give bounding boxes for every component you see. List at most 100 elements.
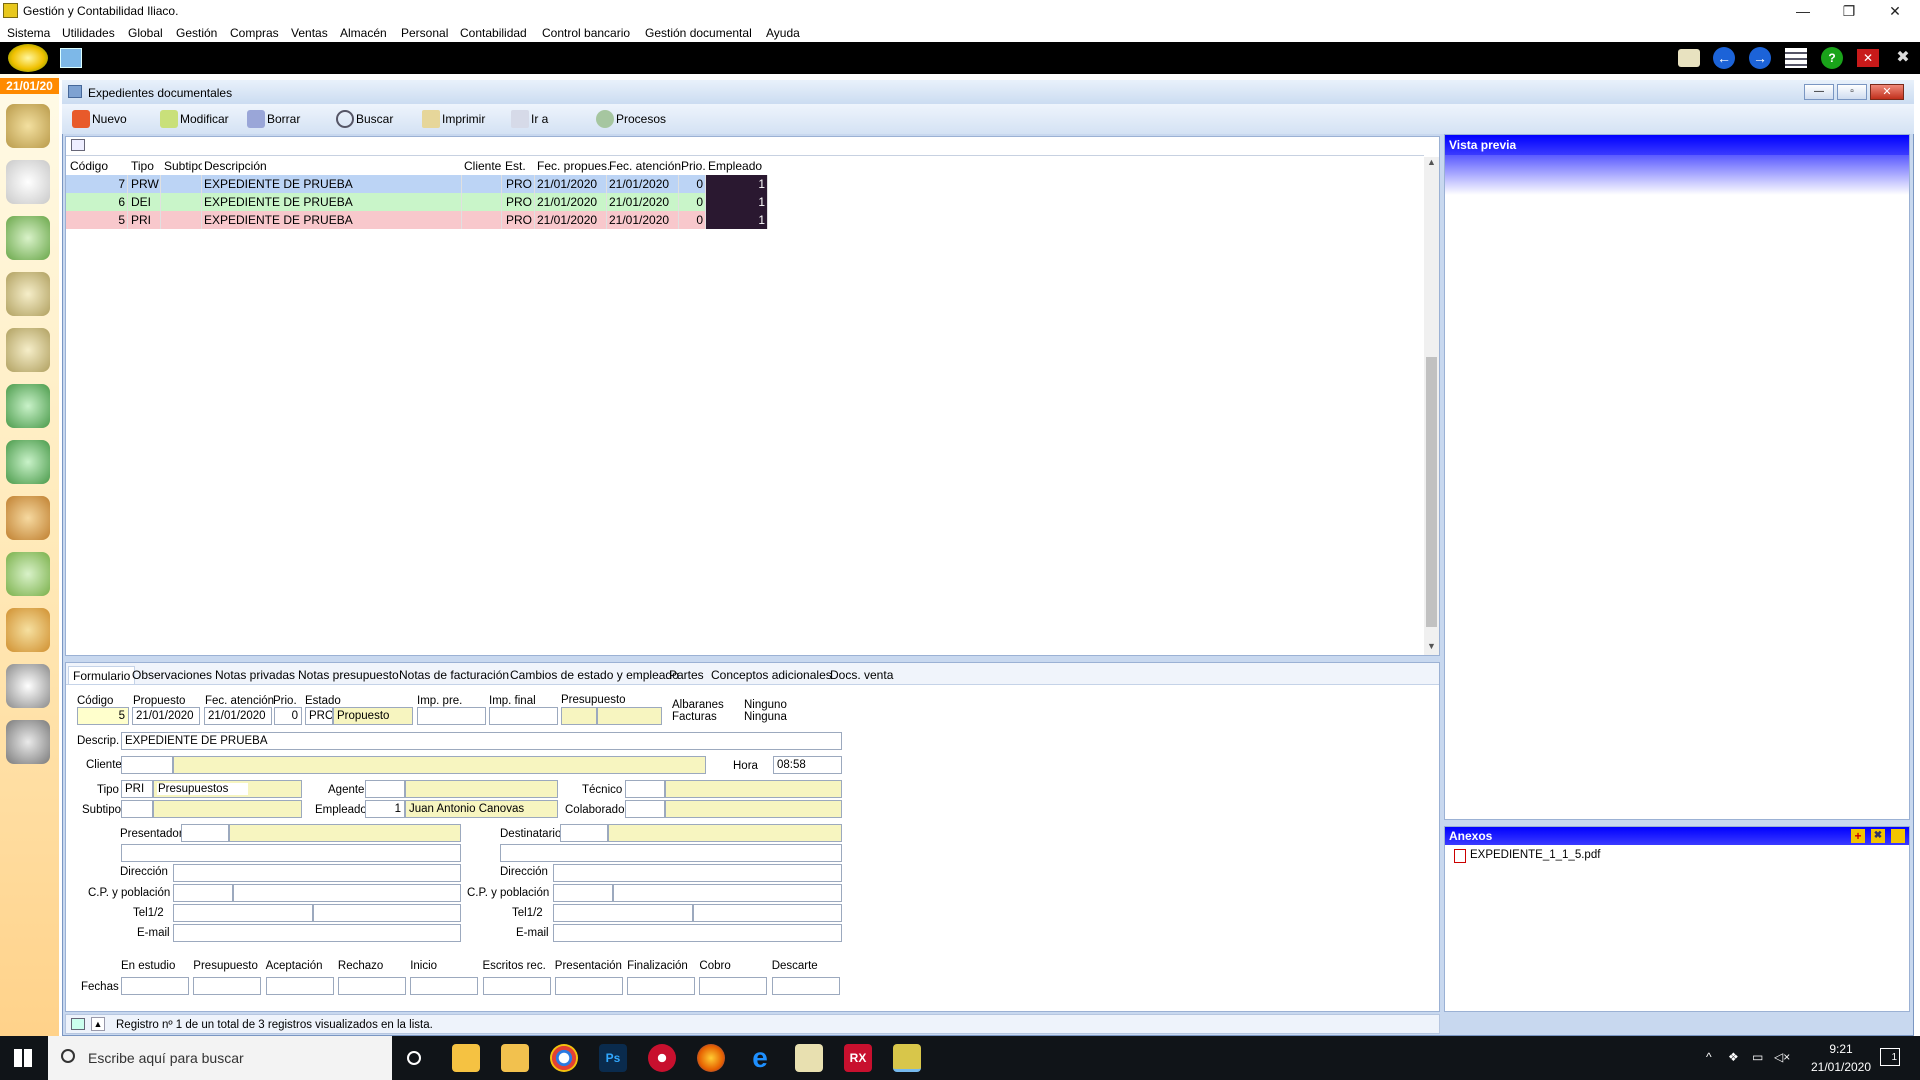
- user-icon[interactable]: [6, 216, 50, 260]
- imp-pre-field[interactable]: [417, 707, 486, 725]
- volume-icon[interactable]: ◁×: [1774, 1050, 1790, 1064]
- tab-conceptos-adicionales[interactable]: Conceptos adicionales: [707, 666, 836, 684]
- close-window-icon[interactable]: ✕: [1857, 49, 1879, 67]
- menu-gestion-documental[interactable]: Gestión documental: [645, 26, 752, 40]
- exit-icon[interactable]: ✖: [1891, 47, 1915, 69]
- notifications-icon[interactable]: 1: [1880, 1048, 1900, 1066]
- fecha-inicio-field[interactable]: [410, 977, 479, 995]
- tab-notas-privadas[interactable]: Notas privadas: [211, 666, 299, 684]
- procesos-button[interactable]: Procesos: [596, 108, 666, 130]
- back-icon[interactable]: ←: [1713, 47, 1735, 69]
- fecha-en-estudio-field[interactable]: [121, 977, 189, 995]
- list-icon[interactable]: [6, 664, 50, 708]
- presentador-cp-field[interactable]: [173, 884, 233, 902]
- menu-global[interactable]: Global: [128, 26, 163, 40]
- tab-notas-presupuesto[interactable]: Notas presupuesto: [294, 666, 403, 684]
- attachment-file[interactable]: EXPEDIENTE_1_1_5.pdf: [1470, 849, 1600, 861]
- fecha-descarte-field[interactable]: [771, 977, 840, 995]
- provider-icon[interactable]: [6, 272, 50, 316]
- scroll-up-icon[interactable]: ▲: [1426, 157, 1437, 171]
- status-icon[interactable]: [71, 1018, 85, 1030]
- task-view-icon[interactable]: [407, 1051, 421, 1065]
- tab-docs-venta[interactable]: Docs. venta: [826, 666, 897, 684]
- fecha-presupuesto-field[interactable]: [193, 977, 262, 995]
- descripcion-field[interactable]: EXPEDIENTE DE PRUEBA: [121, 732, 842, 750]
- propuesto-field[interactable]: 21/01/2020: [132, 707, 200, 725]
- destinatario-extra-field[interactable]: [500, 844, 842, 862]
- menu-personal[interactable]: Personal: [401, 26, 448, 40]
- taskbar-search[interactable]: Escribe aquí para buscar: [48, 1036, 392, 1080]
- header-empleado[interactable]: Empleado: [706, 157, 766, 175]
- table-row[interactable]: 5 PRI EXPEDIENTE DE PRUEBA PRO 21/01/2020 21/…: [66, 211, 768, 229]
- presentador-email-field[interactable]: [173, 924, 461, 942]
- presentador-code-field[interactable]: [181, 824, 229, 842]
- grid-options-icon[interactable]: [71, 139, 85, 151]
- tab-formulario[interactable]: Formulario: [68, 666, 136, 684]
- tab-cambios-estado[interactable]: Cambios de estado y empleado: [506, 666, 683, 684]
- edge-icon[interactable]: e: [746, 1044, 774, 1072]
- imp-final-field[interactable]: [489, 707, 558, 725]
- chrome-icon[interactable]: [550, 1044, 578, 1072]
- agent-icon[interactable]: [6, 328, 50, 372]
- presentador-tel1-field[interactable]: [173, 904, 313, 922]
- destinatario-direccion-field[interactable]: [553, 864, 842, 882]
- grid-scrollbar[interactable]: ▲ ▼: [1424, 157, 1439, 655]
- fecha-escritos-rec-field[interactable]: [482, 977, 551, 995]
- remove-attachment-icon[interactable]: ✖: [1871, 829, 1885, 843]
- header-cliente[interactable]: Cliente: [462, 157, 502, 175]
- clock-time[interactable]: 9:21: [1806, 1042, 1876, 1056]
- agenda-icon[interactable]: [6, 160, 50, 204]
- destinatario-cp-field[interactable]: [553, 884, 613, 902]
- header-fec-propues[interactable]: Fec. propues.: [535, 157, 610, 175]
- clock-date[interactable]: 21/01/2020: [1806, 1060, 1876, 1074]
- header-codigo[interactable]: Código: [68, 157, 128, 175]
- forward-icon[interactable]: →: [1749, 47, 1771, 69]
- photoshop-icon[interactable]: Ps: [599, 1044, 627, 1072]
- header-prio[interactable]: Prio.: [679, 157, 709, 175]
- tab-observaciones[interactable]: Observaciones: [128, 666, 216, 684]
- table-row[interactable]: 7 PRW EXPEDIENTE DE PRUEBA PRO 21/01/2020 21/…: [66, 175, 768, 193]
- buscar-button[interactable]: Buscar: [336, 108, 393, 130]
- menu-sistema[interactable]: Sistema: [7, 26, 50, 40]
- minimize-icon[interactable]: —: [1780, 0, 1826, 22]
- gestion-app-icon[interactable]: [795, 1044, 823, 1072]
- presentador-poblacion-field[interactable]: [233, 884, 461, 902]
- header-fec-atencion[interactable]: Fec. atención: [607, 157, 682, 175]
- restore-icon[interactable]: ❐: [1826, 0, 1872, 22]
- fec-atencion-field[interactable]: 21/01/2020: [204, 707, 272, 725]
- folder-app-icon[interactable]: [501, 1044, 529, 1072]
- modificar-button[interactable]: Modificar: [160, 108, 229, 130]
- prio-field[interactable]: 0: [274, 707, 302, 725]
- home-orb-icon[interactable]: [8, 44, 48, 72]
- windows-start-icon[interactable]: [14, 1049, 32, 1067]
- table-row[interactable]: 6 DEI EXPEDIENTE DE PRUEBA PRO 21/01/2020 21/…: [66, 193, 768, 211]
- destinatario-email-field[interactable]: [553, 924, 842, 942]
- tab-partes[interactable]: Partes: [665, 666, 708, 684]
- empleado-code-field[interactable]: 1: [365, 800, 405, 818]
- menu-utilidades[interactable]: Utilidades: [62, 26, 115, 40]
- hora-field[interactable]: 08:58: [773, 756, 842, 774]
- destinatario-poblacion-field[interactable]: [613, 884, 842, 902]
- estado-code-field[interactable]: PRO: [305, 707, 333, 725]
- purchase-invoice-icon[interactable]: [6, 496, 50, 540]
- ir-a-button[interactable]: Ir a: [511, 108, 548, 130]
- tipo-code-field[interactable]: PRI: [121, 780, 153, 798]
- rx-icon[interactable]: RX: [844, 1044, 872, 1072]
- destinatario-tel1-field[interactable]: [553, 904, 693, 922]
- inner-minimize-icon[interactable]: —: [1804, 84, 1834, 100]
- folder-icon[interactable]: [60, 48, 82, 68]
- cliente-code-field[interactable]: [121, 756, 173, 774]
- menu-ayuda[interactable]: Ayuda: [766, 26, 800, 40]
- presupuesto-code-field[interactable]: [561, 707, 597, 725]
- dropbox-icon[interactable]: ❖: [1728, 1050, 1739, 1064]
- open-folder-icon[interactable]: [1891, 829, 1905, 843]
- collapse-icon[interactable]: ▲: [91, 1017, 105, 1031]
- tab-notas-facturacion[interactable]: Notas de facturación: [395, 666, 513, 684]
- windows-list-icon[interactable]: [1785, 48, 1807, 68]
- subtipo-code-field[interactable]: [121, 800, 153, 818]
- mail-icon[interactable]: [1678, 49, 1700, 67]
- budget-icon[interactable]: [6, 384, 50, 428]
- add-attachment-icon[interactable]: +: [1851, 829, 1865, 843]
- tray-chevron-icon[interactable]: ^: [1706, 1050, 1712, 1064]
- presentador-direccion-field[interactable]: [173, 864, 461, 882]
